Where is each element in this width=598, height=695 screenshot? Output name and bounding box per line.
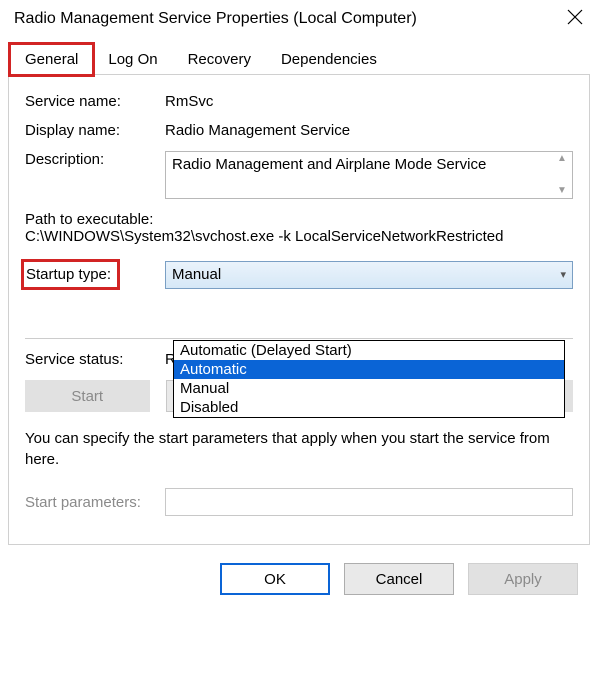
startup-option-delayed[interactable]: Automatic (Delayed Start)	[174, 341, 564, 360]
startup-option-disabled[interactable]: Disabled	[174, 398, 564, 417]
title-bar: Radio Management Service Properties (Loc…	[0, 0, 598, 36]
tab-strip: General Log On Recovery Dependencies	[8, 44, 590, 75]
apply-button: Apply	[468, 563, 578, 595]
chevron-down-icon: ▾	[560, 268, 566, 281]
service-name-value: RmSvc	[165, 93, 573, 110]
startup-option-manual[interactable]: Manual	[174, 379, 564, 398]
description-value: Radio Management and Airplane Mode Servi…	[172, 156, 486, 173]
tab-logon[interactable]: Log On	[93, 44, 172, 75]
scroll-down-icon[interactable]: ▼	[554, 186, 570, 196]
service-name-label: Service name:	[25, 93, 165, 110]
service-status-label: Service status:	[25, 351, 165, 368]
startup-option-automatic[interactable]: Automatic	[174, 360, 564, 379]
startup-type-selected: Manual	[172, 266, 221, 283]
ok-button[interactable]: OK	[220, 563, 330, 595]
display-name-value: Radio Management Service	[165, 122, 573, 139]
tab-recovery[interactable]: Recovery	[173, 44, 266, 75]
parameters-note: You can specify the start parameters tha…	[25, 428, 573, 470]
path-exec-value: C:\WINDOWS\System32\svchost.exe -k Local…	[25, 228, 573, 245]
window-title: Radio Management Service Properties (Loc…	[14, 10, 417, 28]
tab-general[interactable]: General	[10, 44, 93, 75]
scroll-up-icon[interactable]: ▲	[554, 154, 570, 164]
close-icon[interactable]	[566, 8, 584, 30]
cancel-button[interactable]: Cancel	[344, 563, 454, 595]
divider	[25, 338, 573, 339]
start-params-label: Start parameters:	[25, 494, 165, 511]
display-name-label: Display name:	[25, 122, 165, 139]
startup-type-dropdown[interactable]: Automatic (Delayed Start) Automatic Manu…	[173, 340, 565, 418]
start-params-input	[165, 488, 573, 516]
description-scrollbar[interactable]: ▲ ▼	[554, 154, 570, 196]
description-label: Description:	[25, 151, 165, 168]
description-text[interactable]: Radio Management and Airplane Mode Servi…	[165, 151, 573, 199]
tab-dependencies[interactable]: Dependencies	[266, 44, 392, 75]
startup-type-label: Startup type:	[25, 259, 165, 290]
startup-type-select[interactable]: Manual ▾	[165, 261, 573, 289]
general-panel: Service name: RmSvc Display name: Radio …	[8, 75, 590, 545]
dialog-footer: OK Cancel Apply	[0, 553, 598, 609]
start-button: Start	[25, 380, 150, 412]
path-exec-label: Path to executable:	[25, 211, 573, 228]
